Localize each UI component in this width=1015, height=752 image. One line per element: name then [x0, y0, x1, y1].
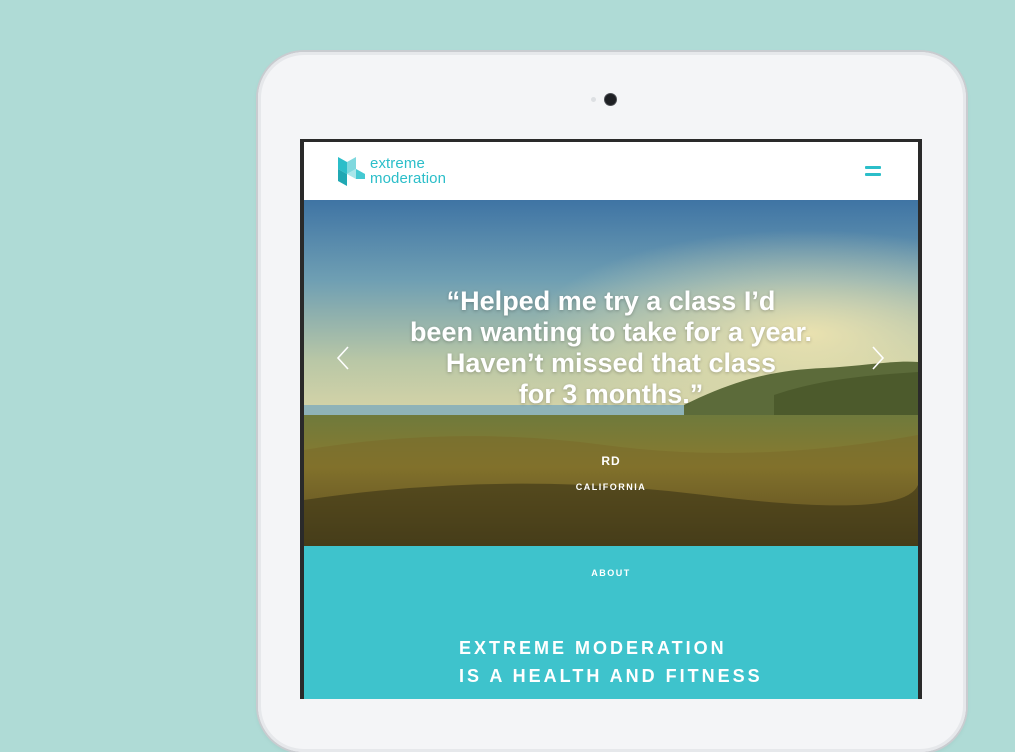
hamburger-menu-icon[interactable]: [863, 164, 883, 178]
testimonial-author: RD: [601, 454, 621, 468]
quote-line: Haven’t missed that class: [445, 348, 777, 378]
quote-line: been wanting to take for a year.: [409, 317, 813, 347]
front-camera: [605, 94, 616, 105]
about-label: ABOUT: [591, 568, 631, 578]
about-heading: EXTREME MODERATION IS A HEALTH AND FITNE…: [459, 634, 763, 690]
brand-logo[interactable]: extreme moderation: [334, 153, 446, 189]
tablet-device-frame: extreme moderation “Helped me try a clas…: [258, 52, 966, 752]
logo-mark-icon: [338, 157, 365, 186]
site-header: extreme moderation: [304, 142, 918, 200]
chevron-right-icon[interactable]: [867, 344, 887, 372]
chevron-left-icon[interactable]: [334, 344, 354, 372]
proximity-sensor: [591, 97, 596, 102]
testimonial-quote: “Helped me try a class I’d been wanting …: [304, 286, 918, 410]
quote-line: “Helped me try a class I’d: [446, 286, 776, 316]
logo-text-line1: extreme: [370, 155, 425, 172]
about-section: ABOUT EXTREME MODERATION IS A HEALTH AND…: [304, 546, 918, 699]
quote-line: for 3 months.”: [518, 379, 704, 409]
logo-text-line2: moderation: [370, 170, 447, 187]
about-heading-line: IS A HEALTH AND FITNESS: [459, 666, 763, 686]
about-heading-line: EXTREME MODERATION: [459, 638, 727, 658]
testimonial-carousel: “Helped me try a class I’d been wanting …: [304, 200, 918, 546]
tablet-screen: extreme moderation “Helped me try a clas…: [300, 139, 922, 699]
testimonial-location: CALIFORNIA: [575, 482, 647, 492]
website: extreme moderation “Helped me try a clas…: [304, 142, 918, 699]
logo-wordmark: extreme moderation: [370, 156, 446, 186]
